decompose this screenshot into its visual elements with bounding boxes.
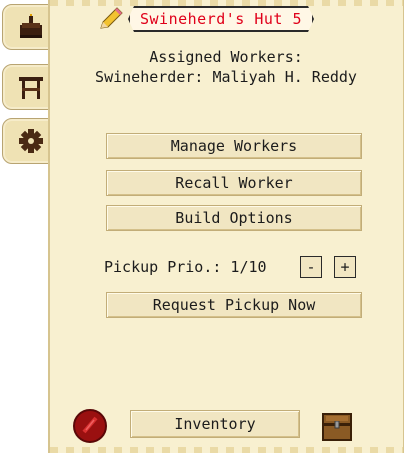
recall-worker-button[interactable]: Recall Worker bbox=[106, 170, 362, 196]
pencil-icon[interactable] bbox=[98, 7, 124, 31]
priority-increase-button[interactable]: + bbox=[334, 256, 356, 278]
pickup-priority-label: Pickup Prio.: 1/10 bbox=[104, 258, 267, 276]
title-bar: Swineherd's Hut 5 bbox=[98, 6, 314, 32]
assigned-workers-heading: Assigned Workers: bbox=[149, 48, 303, 66]
chest-icon[interactable] bbox=[321, 410, 353, 442]
cake-icon bbox=[20, 14, 42, 38]
manage-workers-button[interactable]: Manage Workers bbox=[106, 133, 362, 159]
build-options-button[interactable]: Build Options bbox=[106, 205, 362, 231]
worker-assignment: Swineherder: Maliyah H. Reddy bbox=[95, 68, 357, 86]
priority-decrease-button[interactable]: - bbox=[300, 256, 322, 278]
workbench-icon bbox=[19, 77, 43, 99]
gear-icon bbox=[19, 129, 43, 153]
help-icon[interactable] bbox=[72, 408, 108, 444]
request-pickup-button[interactable]: Request Pickup Now bbox=[106, 292, 362, 318]
inventory-button[interactable]: Inventory bbox=[130, 410, 300, 438]
title-banner[interactable]: Swineherd's Hut 5 bbox=[128, 6, 314, 32]
hut-title: Swineherd's Hut 5 bbox=[140, 10, 303, 28]
